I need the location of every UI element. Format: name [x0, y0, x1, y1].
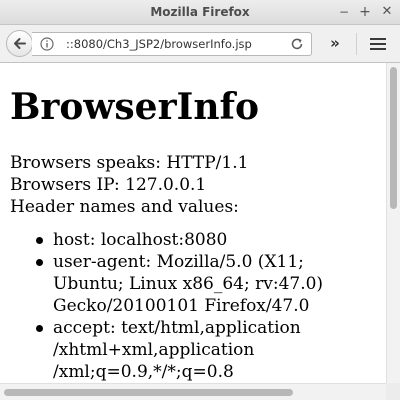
navigation-toolbar: ::8080/Ch3_JSP2/browserInfo.jsp » — [0, 25, 400, 63]
url-bar[interactable]: ::8080/Ch3_JSP2/browserInfo.jsp — [32, 32, 312, 56]
ip-line: Browsers IP: 127.0.0.1 — [10, 175, 207, 195]
vertical-scrollbar[interactable] — [386, 63, 400, 383]
browser-window: Mozilla Firefox − + ✕ ::8080/Ch3_JSP2/br… — [0, 0, 400, 400]
protocol-line: Browsers speaks: HTTP/1.1 — [10, 153, 249, 173]
list-item: host: localhost:8080 — [0, 229, 353, 251]
header-host: host: localhost:8080 — [53, 230, 228, 250]
list-item: user-agent: Mozilla/5.0 (X11; Ubuntu; Li… — [0, 251, 353, 317]
list-item: accept: text/html,application /xhtml+xml… — [0, 317, 353, 383]
header-list: host: localhost:8080 user-agent: Mozilla… — [0, 229, 353, 383]
bullet — [36, 237, 43, 244]
reload-icon[interactable] — [290, 37, 304, 51]
back-button[interactable] — [6, 30, 33, 57]
close-button[interactable]: ✕ — [379, 4, 395, 20]
url-text[interactable]: ::8080/Ch3_JSP2/browserInfo.jsp — [66, 33, 252, 55]
toolbar-overflow-button[interactable]: » — [322, 32, 348, 56]
scrollbar-corner — [386, 383, 400, 400]
page-heading: BrowserInfo — [10, 86, 260, 128]
page-content: BrowserInfo Browsers speaks: HTTP/1.1 Br… — [0, 63, 386, 383]
bullet — [36, 259, 43, 266]
bullet — [36, 325, 43, 332]
back-arrow-icon — [14, 38, 26, 49]
horizontal-scrollbar[interactable] — [0, 383, 386, 400]
info-icon[interactable] — [40, 37, 54, 51]
header-accept: accept: text/html,application /xhtml+xml… — [53, 318, 301, 382]
header-user-agent: user-agent: Mozilla/5.0 (X11; Ubuntu; Li… — [53, 252, 324, 316]
toolbar-separator — [356, 33, 357, 55]
minimize-button[interactable]: − — [336, 4, 352, 20]
horizontal-scroll-thumb[interactable] — [4, 389, 293, 396]
hamburger-menu-icon[interactable] — [366, 32, 390, 56]
title-bar[interactable]: Mozilla Firefox − + ✕ — [0, 0, 400, 25]
vertical-scroll-thumb[interactable] — [390, 67, 397, 209]
maximize-button[interactable]: + — [357, 4, 373, 20]
headers-caption: Header names and values: — [10, 197, 239, 217]
